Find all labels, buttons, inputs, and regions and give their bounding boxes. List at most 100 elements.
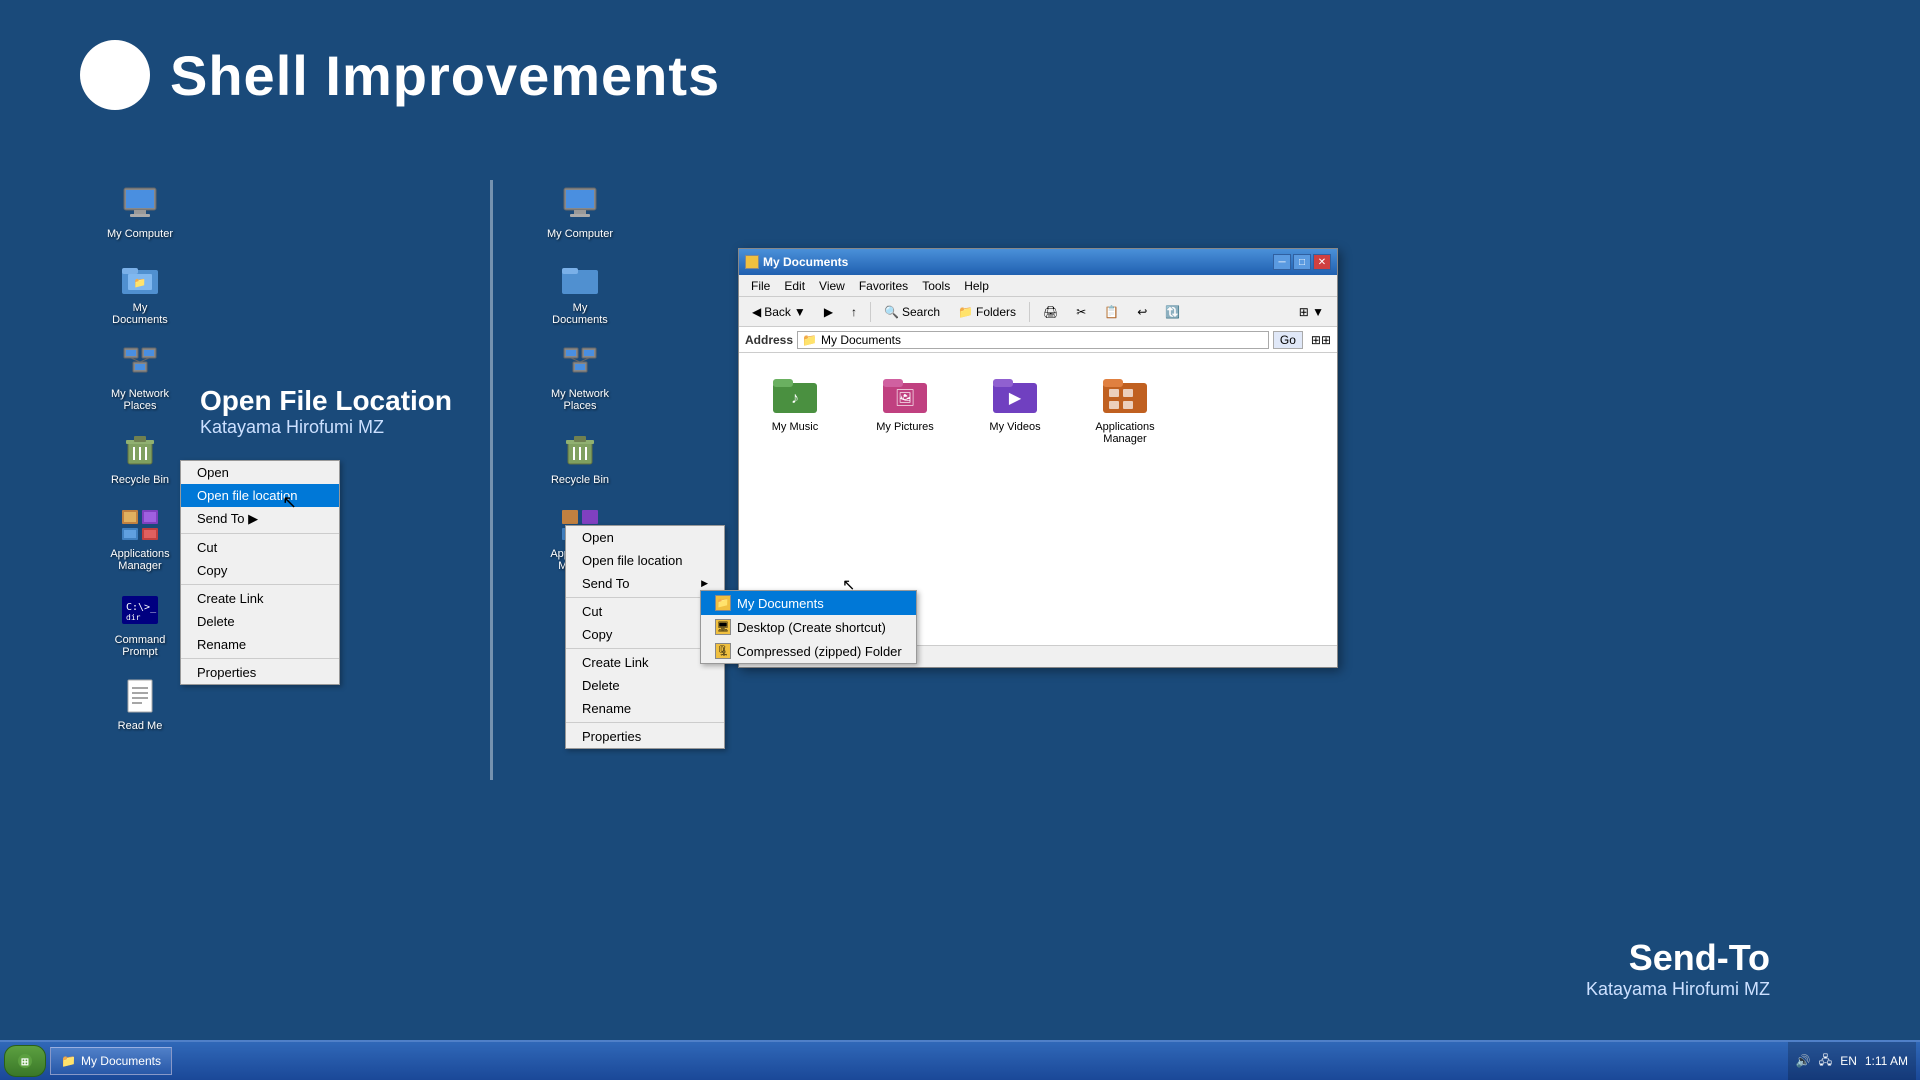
menu-edit[interactable]: Edit	[778, 277, 811, 295]
submenu-item-desktop[interactable]: 🖥 Desktop (Create shortcut)	[701, 615, 916, 639]
desktop-left: My Computer 📁 My Documents	[100, 180, 180, 736]
maximize-button[interactable]: □	[1293, 254, 1311, 270]
tray-lang-icon[interactable]: EN	[1840, 1054, 1857, 1068]
desktop-icon-readme-left[interactable]: Read Me	[100, 672, 180, 736]
titlebar-controls: ─ □ ✕	[1273, 254, 1331, 270]
toolbar-separator	[870, 302, 871, 322]
annotation-subtitle-left: Katayama Hirofumi MZ	[200, 417, 452, 438]
back-label: Back	[764, 305, 791, 319]
submenu-item-label: Compressed (zipped) Folder	[737, 644, 902, 659]
menu-tools[interactable]: Tools	[916, 277, 956, 295]
explorer-item-myvideos[interactable]: ▶ My Videos	[975, 369, 1055, 445]
dropdown-icon: ▼	[794, 305, 806, 319]
menu-help[interactable]: Help	[958, 277, 995, 295]
close-button[interactable]: ✕	[1313, 254, 1331, 270]
desktop-icon-recyclebin-left[interactable]: Recycle Bin	[100, 426, 180, 490]
appmanager-folder-icon	[1101, 369, 1149, 417]
desktop-icon-mydocs-center[interactable]: My Documents	[540, 254, 620, 330]
menu-item-open-file-location[interactable]: Open file location	[181, 484, 339, 507]
desktop-icon-label: Applications Manager	[104, 548, 176, 572]
tray-volume-icon[interactable]: 🔊	[1796, 1054, 1811, 1068]
toolbar-up[interactable]: ↑	[844, 302, 864, 322]
explorer-content: ♪ My Music 🖼 My Pictures ▶	[739, 353, 1337, 461]
toolbar-icon2[interactable]: ✂	[1069, 302, 1093, 322]
desktop-icon-cmd-left[interactable]: C:\>_ dir Command Prompt	[100, 586, 180, 662]
start-button[interactable]: ⊞	[4, 1045, 46, 1077]
desktop-center: My Computer My Documents My Network Plac	[540, 180, 620, 576]
center-menu-item-open-file-location[interactable]: Open file location	[566, 549, 724, 572]
submenu-item-mydocs[interactable]: 📁 My Documents	[701, 591, 916, 615]
annotation-right: Send-To Katayama Hirofumi MZ	[1586, 937, 1770, 1000]
toolbar-search[interactable]: 🔍 Search	[877, 302, 947, 322]
minimize-button[interactable]: ─	[1273, 254, 1291, 270]
center-menu-item-open[interactable]: Open	[566, 526, 724, 549]
svg-text:🖼: 🖼	[895, 389, 915, 407]
center-menu-item-rename[interactable]: Rename	[566, 697, 724, 720]
desktop-icon-mydocs-left[interactable]: 📁 My Documents	[100, 254, 180, 330]
menu-item-properties[interactable]: Properties	[181, 661, 339, 684]
tray-network-icon[interactable]: 🖧	[1819, 1051, 1832, 1072]
menu-item-create-link[interactable]: Create Link	[181, 587, 339, 610]
tray-time: 1:11 AM	[1865, 1054, 1908, 1068]
folders-label: Folders	[976, 305, 1016, 319]
desktop-icon-appmanager-left[interactable]: Applications Manager	[100, 500, 180, 576]
toolbar-folders[interactable]: 📁 Folders	[951, 302, 1023, 322]
desktop-icon-network-center[interactable]: My Network Places	[540, 340, 620, 416]
explorer-item-mymusic[interactable]: ♪ My Music	[755, 369, 835, 445]
svg-text:C:\>_: C:\>_	[126, 602, 157, 613]
annotation-title-left: Open File Location	[200, 385, 452, 417]
submenu-sendto: 📁 My Documents 🖥 Desktop (Create shortcu…	[700, 590, 917, 664]
annotation-left: Open File Location Katayama Hirofumi MZ	[200, 385, 452, 438]
menu-item-delete[interactable]: Delete	[181, 610, 339, 633]
menu-item-cut[interactable]: Cut	[181, 536, 339, 559]
explorer-item-mypictures[interactable]: 🖼 My Pictures	[865, 369, 945, 445]
monitor-icon	[560, 184, 600, 224]
menu-favorites[interactable]: Favorites	[853, 277, 914, 295]
toolbar-forward[interactable]: ▶	[817, 302, 840, 322]
folders-icon: 📁	[958, 305, 973, 319]
desktop-icon-label: Recycle Bin	[551, 474, 609, 486]
center-menu-item-delete[interactable]: Delete	[566, 674, 724, 697]
desktop-icon-label: My Documents	[544, 302, 616, 326]
explorer-item-appmanager[interactable]: Applications Manager	[1085, 369, 1165, 445]
desktop-icon-network-left[interactable]: My Network Places	[100, 340, 180, 416]
search-icon: 🔍	[884, 305, 899, 319]
toolbar-icon5[interactable]: 🔃	[1158, 302, 1187, 322]
toolbar-separator2	[1029, 302, 1030, 322]
folder-icon	[560, 258, 600, 298]
monitor-icon	[120, 184, 160, 224]
menu-view[interactable]: View	[813, 277, 851, 295]
submenu-item-label: My Documents	[737, 596, 824, 611]
menu-item-rename[interactable]: Rename	[181, 633, 339, 656]
go-button[interactable]: Go	[1273, 331, 1303, 349]
back-icon: ◀	[752, 305, 761, 319]
desktop-icon-label: Read Me	[118, 720, 163, 732]
center-menu-item-properties[interactable]: Properties	[566, 725, 724, 748]
toolbar-icon4[interactable]: ↩	[1130, 302, 1154, 322]
desktop-icon-label: My Documents	[104, 302, 176, 326]
address-path[interactable]: 📁 My Documents	[797, 331, 1269, 349]
taskbar-item-label: My Documents	[81, 1054, 161, 1068]
desktop-icon-small: 🖥	[715, 619, 731, 635]
desktop-icon-recyclebin-center[interactable]: Recycle Bin	[540, 426, 620, 490]
toolbar-view[interactable]: ⊞ ▼	[1292, 302, 1331, 322]
network-icon	[120, 344, 160, 384]
menu-item-open[interactable]: Open	[181, 461, 339, 484]
menu-file[interactable]: File	[745, 277, 776, 295]
recyclebin-icon-center	[560, 430, 600, 470]
toolbar-icon3[interactable]: 📋	[1097, 302, 1126, 322]
toolbar-icon1[interactable]: 🖨	[1036, 302, 1065, 322]
context-menu-left: Open Open file location Send To ▶ Cut Co…	[180, 460, 340, 685]
submenu-item-compressed[interactable]: 🗜 Compressed (zipped) Folder	[701, 639, 916, 663]
taskbar-item-mydocs[interactable]: 📁 My Documents	[50, 1047, 172, 1075]
desktop-icon-mycomputer-left[interactable]: My Computer	[100, 180, 180, 244]
explorer-toolbar: ◀ Back ▼ ▶ ↑ 🔍 Search 📁 Folders 🖨 ✂ 📋 ↩ …	[739, 297, 1337, 327]
menu-item-send-to[interactable]: Send To ▶	[181, 507, 339, 531]
svg-text:⊞: ⊞	[21, 1057, 29, 1068]
svg-text:♪: ♪	[791, 390, 799, 407]
taskbar-tray: 🔊 🖧 EN 1:11 AM	[1788, 1042, 1916, 1080]
toolbar-back[interactable]: ◀ Back ▼	[745, 302, 813, 322]
menu-item-copy[interactable]: Copy	[181, 559, 339, 582]
mymusic-folder-icon: ♪	[771, 369, 819, 417]
desktop-icon-mycomputer-center[interactable]: My Computer	[540, 180, 620, 244]
